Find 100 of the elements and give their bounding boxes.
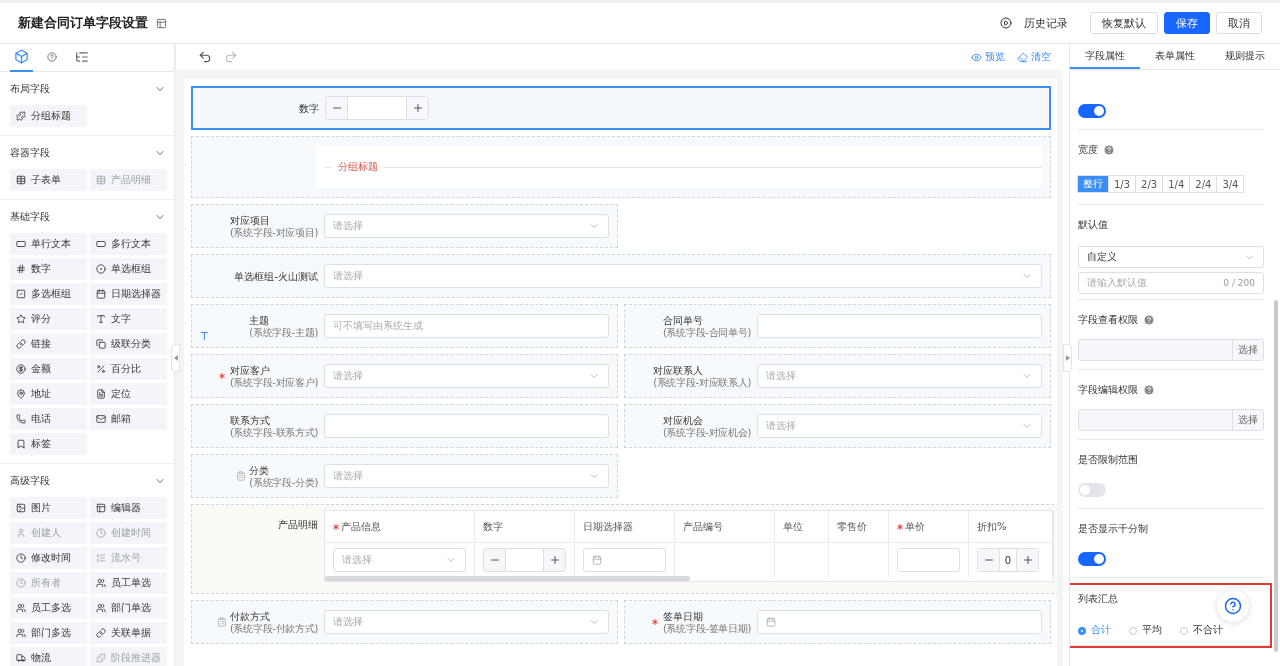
select-field[interactable]: 自定义 bbox=[1078, 246, 1264, 268]
phone-icon bbox=[16, 414, 26, 424]
picker-field[interactable]: 选择 bbox=[1078, 339, 1264, 361]
toggle-switch[interactable] bbox=[1078, 552, 1106, 566]
field-type-item[interactable]: 级联分类 bbox=[90, 333, 167, 355]
form-field-card[interactable]: 分类 (系统字段-分类) 请选择 bbox=[191, 454, 618, 498]
width-option[interactable]: 2/3 bbox=[1135, 175, 1164, 193]
field-type-item[interactable]: 日期选择器 bbox=[90, 283, 167, 305]
property-tab[interactable]: 表单属性 bbox=[1140, 44, 1210, 69]
field-label: 分类 bbox=[249, 463, 271, 477]
field-type-item[interactable]: 员工多选 bbox=[10, 597, 87, 619]
field-type-item[interactable]: 定位 bbox=[90, 383, 167, 405]
form-field-card[interactable]: 产品明细 产品信息 数字 日期选择器 产品编号 单位 零售价 单价 折扣% 请选择 0 bbox=[191, 504, 1057, 594]
form-field-card[interactable]: 签单日期 (系统字段-签单日期) bbox=[624, 600, 1051, 644]
form-field-card[interactable]: 付款方式 (系统字段-付款方式) 请选择 bbox=[191, 600, 618, 644]
width-option[interactable]: 3/4 bbox=[1216, 175, 1245, 193]
users-icon bbox=[16, 628, 26, 638]
help-icon bbox=[47, 51, 57, 62]
document-icon bbox=[96, 389, 106, 399]
input-field[interactable] bbox=[757, 314, 1042, 338]
field-type-item[interactable]: 修改时间 bbox=[10, 547, 87, 569]
field-type-item[interactable]: 子表单 bbox=[10, 169, 87, 191]
history-link[interactable]: 历史记录 bbox=[1024, 15, 1068, 31]
field-type-item[interactable]: 标签 bbox=[10, 433, 87, 455]
property-tab[interactable]: 规则提示 bbox=[1210, 44, 1280, 69]
field-type-item[interactable]: 部门多选 bbox=[10, 622, 87, 644]
date-field[interactable] bbox=[757, 610, 1042, 634]
puzzle-icon bbox=[96, 653, 106, 663]
form-field-card[interactable]: 对应客户 (系统字段-对应客户) 请选择 bbox=[191, 354, 618, 398]
field-type-item[interactable]: 百分比 bbox=[90, 358, 167, 380]
number-stepper[interactable]: 0 bbox=[977, 548, 1039, 572]
field-label: 签单日期 bbox=[662, 609, 704, 623]
column-header: 产品编号 bbox=[683, 519, 723, 534]
collapse-handle[interactable] bbox=[171, 344, 180, 372]
input-field[interactable] bbox=[324, 414, 609, 438]
field-label: 对应客户 bbox=[229, 363, 271, 377]
radio-option[interactable]: 不合计 bbox=[1180, 624, 1223, 637]
plus-icon bbox=[411, 102, 424, 114]
width-option[interactable]: 2/4 bbox=[1189, 175, 1218, 193]
field-type-item[interactable]: 文字 bbox=[90, 308, 167, 330]
form-field-card[interactable]: 对应联系人 (系统字段-对应联系人) 请选择 bbox=[624, 354, 1051, 398]
form-field-card[interactable]: 数字 bbox=[191, 86, 1051, 130]
help-icon bbox=[1224, 597, 1242, 615]
preview-link[interactable]: 预览 bbox=[971, 50, 1005, 64]
field-type-item[interactable]: 多选框组 bbox=[10, 283, 87, 305]
number-stepper[interactable] bbox=[483, 548, 566, 572]
form-field-card[interactable]: 联系方式 (系统字段-联系方式) bbox=[191, 404, 618, 448]
radio-option[interactable]: 合计 bbox=[1078, 624, 1111, 637]
field-type-item[interactable]: 电话 bbox=[10, 408, 87, 430]
save-button[interactable]: 保存 bbox=[1164, 12, 1210, 34]
toggle-switch[interactable] bbox=[1078, 483, 1106, 497]
field-type-item[interactable]: 多行文本 bbox=[90, 233, 167, 255]
field-note: (系统字段-对应联系人) bbox=[653, 376, 751, 389]
field-type-item[interactable]: 金额 bbox=[10, 358, 87, 380]
form-field-card[interactable]: 单选框组-火山测试 请选择 bbox=[191, 254, 1051, 298]
redo-icon[interactable] bbox=[224, 50, 238, 64]
field-type-item[interactable]: 评分 bbox=[10, 308, 87, 330]
field-type-item[interactable]: 单选框组 bbox=[90, 258, 167, 280]
star-icon bbox=[16, 314, 26, 324]
form-field-card[interactable]: 分组标题 bbox=[191, 136, 1051, 198]
field-type-item[interactable]: 编辑器 bbox=[90, 497, 167, 519]
help-button[interactable] bbox=[1217, 590, 1249, 622]
header-button[interactable]: 恢复默认 bbox=[1090, 12, 1158, 34]
collapse-handle[interactable] bbox=[1063, 344, 1072, 372]
picker-field[interactable]: 选择 bbox=[1078, 409, 1264, 431]
select-button[interactable]: 选择 bbox=[1232, 340, 1263, 360]
field-type-item[interactable]: 分组标题 bbox=[10, 105, 87, 127]
date-field[interactable] bbox=[583, 548, 666, 572]
width-option[interactable]: 1/4 bbox=[1162, 175, 1191, 193]
undo-icon[interactable] bbox=[198, 50, 212, 64]
number-stepper[interactable] bbox=[325, 96, 429, 120]
property-label: 宽度 bbox=[1078, 143, 1098, 157]
field-type-item[interactable]: 链接 bbox=[10, 333, 87, 355]
field-type-item[interactable]: 物流 bbox=[10, 647, 87, 666]
form-field-card[interactable]: 对应项目 (系统字段-对应项目) 请选择 bbox=[191, 204, 618, 248]
select-button[interactable]: 选择 bbox=[1232, 410, 1263, 430]
field-note: (系统字段-签单日期) bbox=[662, 622, 751, 635]
field-type-item[interactable]: 关联单据 bbox=[90, 622, 167, 644]
section-title: 布局字段 bbox=[10, 81, 50, 96]
form-field-card[interactable]: 合同单号 (系统字段-合同单号) bbox=[624, 304, 1051, 348]
form-field-card[interactable]: T 主题 (系统字段-主题) 可不填写由系统生成 bbox=[191, 304, 618, 348]
field-type-item[interactable]: 邮箱 bbox=[90, 408, 167, 430]
field-type-item[interactable]: 单行文本 bbox=[10, 233, 87, 255]
field-label: 合同单号 bbox=[662, 313, 704, 327]
radio-option[interactable]: 平均 bbox=[1129, 624, 1162, 637]
input-field[interactable] bbox=[897, 548, 960, 572]
field-type-item[interactable]: 部门单选 bbox=[90, 597, 167, 619]
field-label: 主题 bbox=[249, 313, 271, 327]
play-icon[interactable] bbox=[1000, 17, 1012, 29]
field-type-item[interactable]: 员工单选 bbox=[90, 572, 167, 594]
field-type-item[interactable]: 数字 bbox=[10, 258, 87, 280]
field-type-item[interactable]: 地址 bbox=[10, 383, 87, 405]
clear-link[interactable]: 清空 bbox=[1017, 50, 1051, 64]
toggle-switch[interactable] bbox=[1078, 104, 1106, 118]
property-tab[interactable]: 字段属性 bbox=[1070, 44, 1140, 69]
field-type-item[interactable]: 图片 bbox=[10, 497, 87, 519]
header-button[interactable]: 取消 bbox=[1216, 12, 1262, 34]
layout-icon[interactable] bbox=[156, 17, 167, 29]
form-field-card[interactable]: 对应机会 (系统字段-对应机会) 请选择 bbox=[624, 404, 1051, 448]
width-option[interactable]: 1/3 bbox=[1108, 175, 1137, 193]
